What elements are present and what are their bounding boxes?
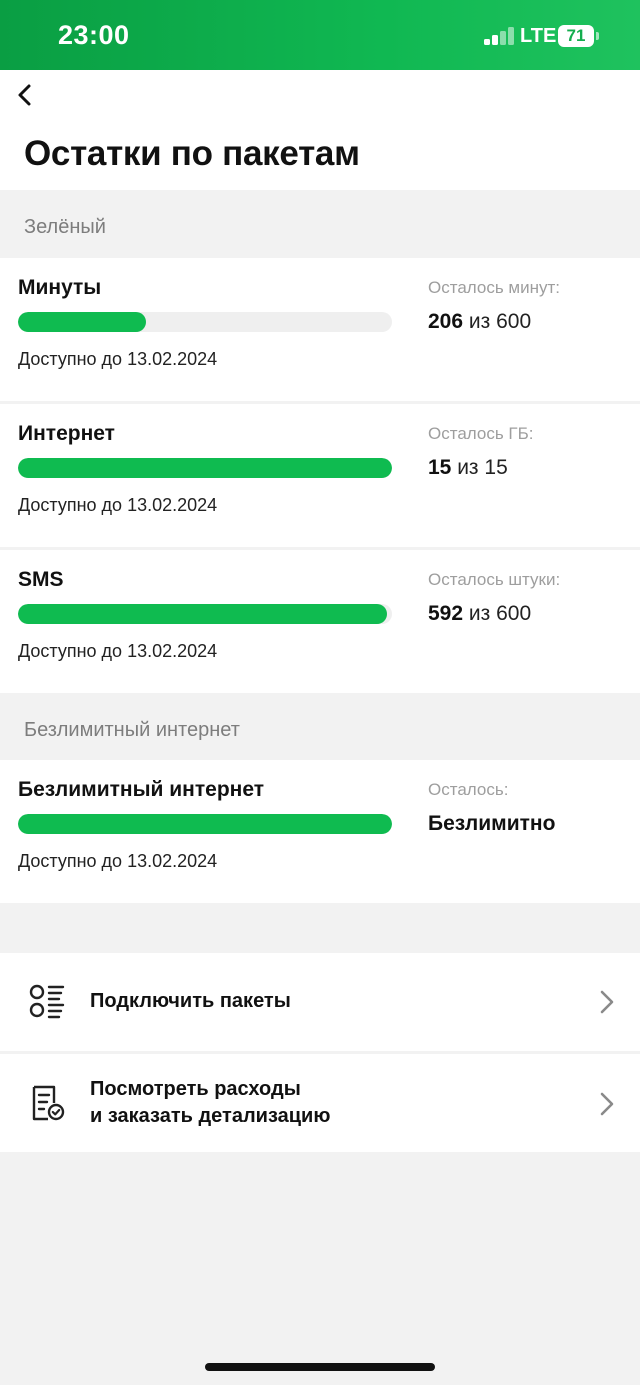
receipt-check-icon xyxy=(32,1085,65,1121)
available-until: Доступно до 13.02.2024 xyxy=(18,851,218,871)
battery-tip xyxy=(596,32,599,40)
package-card-unlimited-internet: Безлимитный интернет Доступно до 13.02.2… xyxy=(0,760,640,903)
action-label-line2: и заказать детализацию xyxy=(90,1105,331,1127)
progress-fill xyxy=(18,814,392,834)
available-until: Доступно до 13.02.2024 xyxy=(18,495,218,515)
remaining-amount: Безлимитно xyxy=(428,812,556,835)
progress-fill xyxy=(18,458,392,478)
page-title: Остатки по пакетам xyxy=(24,134,360,173)
status-bar: 23:00 LTE 71 xyxy=(0,0,640,70)
section-header-unlimited: Безлимитный интернет xyxy=(0,693,640,761)
remaining-value: Безлимитно xyxy=(428,812,555,836)
remaining-total: из 15 xyxy=(457,456,508,479)
signal-strength-icon xyxy=(484,27,516,45)
progress-bar xyxy=(18,814,392,834)
package-name: Безлимитный интернет xyxy=(18,778,265,801)
header: Остатки по пакетам xyxy=(0,70,640,190)
section-header-green: Зелёный xyxy=(0,190,640,258)
remaining-label: Осталось ГБ: xyxy=(428,424,534,443)
package-name: Минуты xyxy=(18,276,102,299)
action-label: Подключить пакеты xyxy=(90,990,291,1012)
package-card-internet: Интернет Доступно до 13.02.2024 Осталось… xyxy=(0,404,640,547)
remaining-amount: 592 xyxy=(428,602,464,625)
package-name: Интернет xyxy=(18,422,115,445)
progress-bar xyxy=(18,604,392,624)
list-options-icon xyxy=(29,984,65,1019)
back-arrow-icon[interactable] xyxy=(12,80,40,110)
chevron-right-icon xyxy=(600,990,614,1014)
progress-fill xyxy=(18,312,147,332)
view-expenses-button[interactable]: Посмотреть расходы и заказать детализаци… xyxy=(0,1054,640,1152)
connect-packages-button[interactable]: Подключить пакеты xyxy=(0,953,640,1051)
progress-fill xyxy=(18,604,388,624)
battery-icon: 71 xyxy=(558,25,594,47)
remaining-label: Осталось штуки: xyxy=(428,570,561,589)
package-card-sms: SMS Доступно до 13.02.2024 Осталось штук… xyxy=(0,550,640,693)
progress-bar xyxy=(18,458,392,478)
action-label-line1: Посмотреть расходы xyxy=(90,1078,301,1100)
chevron-right-icon xyxy=(600,1092,614,1116)
remaining-label: Осталось минут: xyxy=(428,278,560,297)
network-type: LTE xyxy=(520,25,557,47)
remaining-total: из 600 xyxy=(468,310,532,333)
section-title: Зелёный xyxy=(24,216,106,238)
remaining-amount: 15 xyxy=(428,456,452,479)
remaining-label: Осталось: xyxy=(428,780,509,799)
action-label: Посмотреть расходы и заказать детализаци… xyxy=(90,1076,330,1130)
remaining-value: 15 из 15 xyxy=(428,456,508,480)
remaining-total: из 600 xyxy=(468,602,532,625)
package-name: SMS xyxy=(18,568,64,591)
available-until: Доступно до 13.02.2024 xyxy=(18,641,218,661)
status-time: 23:00 xyxy=(58,20,130,50)
remaining-amount: 206 xyxy=(428,310,464,333)
home-indicator[interactable] xyxy=(205,1363,435,1371)
remaining-value: 206 из 600 xyxy=(428,310,531,334)
package-card-minutes: Минуты Доступно до 13.02.2024 Осталось м… xyxy=(0,258,640,401)
remaining-value: 592 из 600 xyxy=(428,602,531,626)
section-title: Безлимитный интернет xyxy=(24,719,240,741)
progress-bar xyxy=(18,312,392,332)
available-until: Доступно до 13.02.2024 xyxy=(18,349,218,369)
